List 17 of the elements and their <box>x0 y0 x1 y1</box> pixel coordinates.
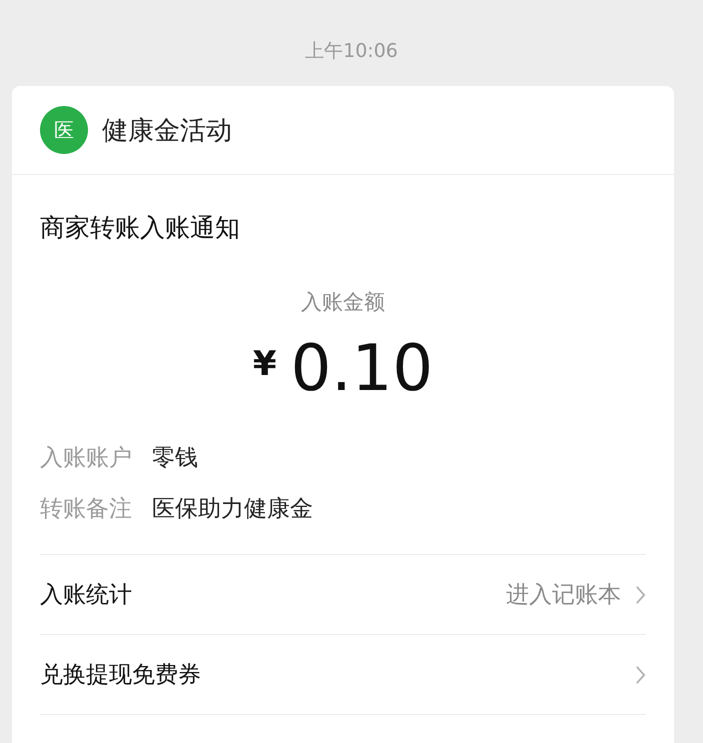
detail-value: 医保助力健康金 <box>152 495 313 524</box>
link-row[interactable]: 兑换提现免费券 <box>40 635 646 716</box>
chevron-right-icon <box>635 664 646 685</box>
link-hint: 进入记账本 <box>506 581 621 610</box>
amount-label: 入账金额 <box>300 289 386 316</box>
account-name[interactable]: 健康金活动 <box>102 112 232 148</box>
link-label: 兑换提现免费券 <box>40 661 202 690</box>
notice-title: 商家转账入账通知 <box>40 212 241 244</box>
link-label: 入账统计 <box>40 581 133 610</box>
detail-value: 零钱 <box>152 444 198 474</box>
detail-label: 入账账户 <box>40 444 132 474</box>
message-time: 上午10:06 <box>304 39 399 64</box>
link-row[interactable]: 入账统计 进入记账本 <box>40 555 646 636</box>
amount-value: 0.10 <box>290 334 434 404</box>
detail-label: 转账备注 <box>40 495 132 524</box>
currency-symbol: ¥ <box>252 344 277 384</box>
chevron-right-icon <box>635 584 646 605</box>
